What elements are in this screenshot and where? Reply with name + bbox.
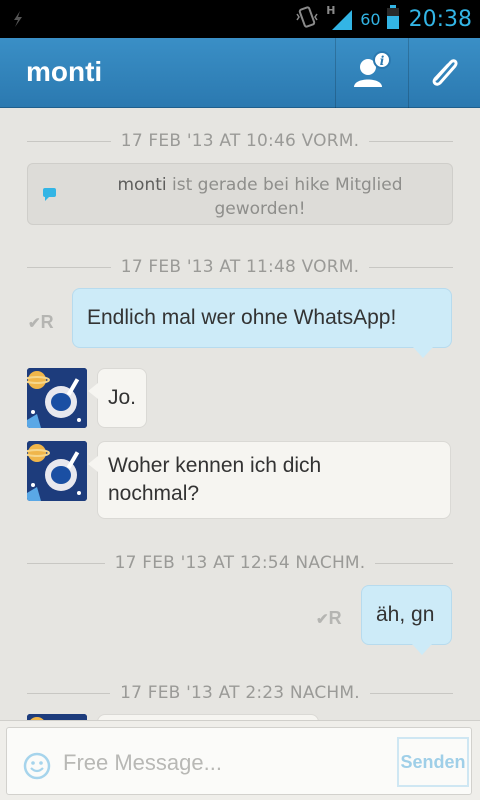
checkmark-icon: ✔ bbox=[316, 611, 329, 628]
message-bubble-outgoing[interactable]: Endlich mal wer ohne WhatsApp! bbox=[72, 288, 452, 358]
message-bubble-incoming[interactable]: Jo. bbox=[88, 368, 147, 428]
clock: 20:38 bbox=[408, 6, 472, 32]
avatar[interactable] bbox=[27, 441, 87, 501]
system-message: monti ist gerade bei hike Mitglied gewor… bbox=[27, 163, 453, 225]
chat-thread[interactable]: 17 FEB '13 AT 10:46 VORM. monti ist gera… bbox=[0, 108, 480, 720]
vibrate-icon bbox=[294, 4, 320, 34]
date-divider: 17 FEB '13 AT 12:54 NACHM. bbox=[27, 548, 454, 578]
usb-icon bbox=[8, 9, 28, 29]
paperclip-icon bbox=[427, 53, 463, 93]
date-divider: 17 FEB '13 AT 11:48 VORM. bbox=[27, 252, 454, 282]
contact-info-button[interactable]: i bbox=[335, 38, 407, 108]
astronaut-avatar-icon bbox=[27, 441, 87, 501]
status-bar: H 60 20:38 bbox=[0, 0, 480, 38]
date-divider: 17 FEB '13 AT 10:46 VORM. bbox=[27, 126, 454, 156]
message-status-r: ✔R bbox=[28, 312, 54, 332]
battery-percent: 60 bbox=[360, 9, 381, 29]
date-divider: 17 FEB '13 AT 2:23 NACHM. bbox=[27, 678, 453, 708]
chat-bubble-icon bbox=[42, 186, 58, 206]
checkmark-icon: ✔ bbox=[28, 315, 41, 332]
message-bubble-outgoing[interactable]: äh, gn bbox=[361, 585, 452, 655]
system-message-text: monti ist gerade bei hike Mitglied gewor… bbox=[117, 175, 403, 219]
message-text: äh, gn bbox=[376, 603, 435, 626]
message-bubble-incoming[interactable]: Woher kennen ich dich nochmal? bbox=[88, 441, 451, 519]
message-text: Endlich mal wer ohne WhatsApp! bbox=[87, 306, 397, 329]
attach-button[interactable] bbox=[408, 38, 480, 108]
compose-bar: Senden bbox=[0, 720, 480, 800]
astronaut-avatar-icon bbox=[27, 368, 87, 428]
svg-text:i: i bbox=[379, 54, 384, 68]
smiley-icon bbox=[23, 752, 51, 780]
message-status-r: ✔R bbox=[316, 608, 342, 628]
battery-icon bbox=[386, 5, 399, 33]
message-input[interactable] bbox=[63, 746, 383, 780]
emoji-button[interactable] bbox=[23, 752, 51, 784]
contact-info-icon: i bbox=[351, 51, 393, 95]
message-text: Jo. bbox=[108, 386, 137, 409]
avatar[interactable] bbox=[27, 368, 87, 428]
chat-title[interactable]: monti bbox=[26, 56, 102, 88]
action-bar: monti i bbox=[0, 38, 480, 108]
message-text: Woher kennen ich dich nochmal? bbox=[108, 454, 322, 505]
send-button[interactable]: Senden bbox=[397, 737, 469, 787]
signal-icon: H bbox=[326, 4, 354, 32]
